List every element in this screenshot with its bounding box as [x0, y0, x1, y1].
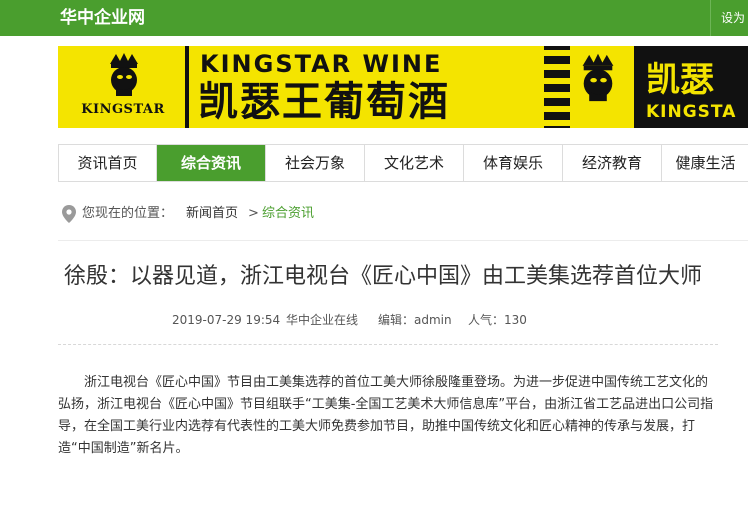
film-strip-hole: [544, 64, 570, 70]
breadcrumb-current-link[interactable]: 综合资讯: [262, 204, 314, 224]
set-homepage-link[interactable]: 设为: [710, 0, 748, 36]
divider: [58, 240, 748, 241]
location-pin-icon: [62, 205, 76, 223]
banner-divider: [185, 46, 189, 128]
banner-english-name: KINGSTAR WINE: [200, 50, 443, 78]
dashed-divider: [58, 344, 718, 345]
kingstar-logo-repeat: [572, 52, 630, 124]
banner-film-strip: [544, 46, 570, 128]
article-source: 华中企业在线: [286, 313, 359, 327]
top-bar: 华中企业网 设为: [0, 0, 748, 36]
logo-text: KINGSTAR: [81, 102, 165, 117]
main-nav: 资讯首页 综合资讯 社会万象 文化艺术 体育娱乐 经济教育 健康生活: [58, 144, 748, 182]
article-date: 2019-07-29 19:54: [172, 313, 281, 327]
film-strip-hole: [544, 92, 570, 98]
nav-item-news-home[interactable]: 资讯首页: [59, 145, 157, 181]
kingstar-logo: KINGSTAR: [66, 52, 180, 124]
article-views: 人气：130: [468, 313, 527, 327]
article-title: 徐殷：以器见道，浙江电视台《匠心中国》由工美集选荐首位大师: [63, 264, 702, 289]
film-strip-hole: [544, 106, 570, 112]
nav-item-culture-art[interactable]: 文化艺术: [365, 145, 464, 181]
nav-item-sports-entertainment[interactable]: 体育娱乐: [464, 145, 563, 181]
article-body: 浙江电视台《匠心中国》节目由工美集选荐的首位工美大师徐殷隆重登场。为进一步促进中…: [58, 375, 714, 456]
nav-item-economy-education[interactable]: 经济教育: [563, 145, 662, 181]
banner-english-name-repeat: KINGSTA: [646, 102, 737, 122]
film-strip-hole: [544, 120, 570, 126]
film-strip-hole: [544, 78, 570, 84]
crowned-head-icon: [582, 53, 614, 102]
crowned-head-icon: [110, 53, 138, 96]
site-title[interactable]: 华中企业网: [60, 7, 145, 29]
breadcrumb-separator: >: [248, 206, 259, 221]
nav-item-health-life[interactable]: 健康生活: [662, 145, 748, 181]
breadcrumb-home-link[interactable]: 新闻首页: [186, 204, 238, 224]
banner-ad[interactable]: KINGSTAR KINGSTAR WINE 凯瑟王葡萄酒 凯瑟 KINGSTA: [58, 46, 748, 128]
article-editor: 编辑：admin: [378, 313, 452, 327]
film-strip-hole: [544, 50, 570, 56]
nav-item-general-news[interactable]: 综合资讯: [157, 145, 266, 181]
banner-chinese-name-repeat: 凯瑟: [646, 60, 714, 100]
nav-item-society[interactable]: 社会万象: [266, 145, 365, 181]
banner-chinese-name: 凯瑟王葡萄酒: [198, 79, 450, 125]
breadcrumb-prefix: 您现在的位置：: [82, 206, 174, 221]
